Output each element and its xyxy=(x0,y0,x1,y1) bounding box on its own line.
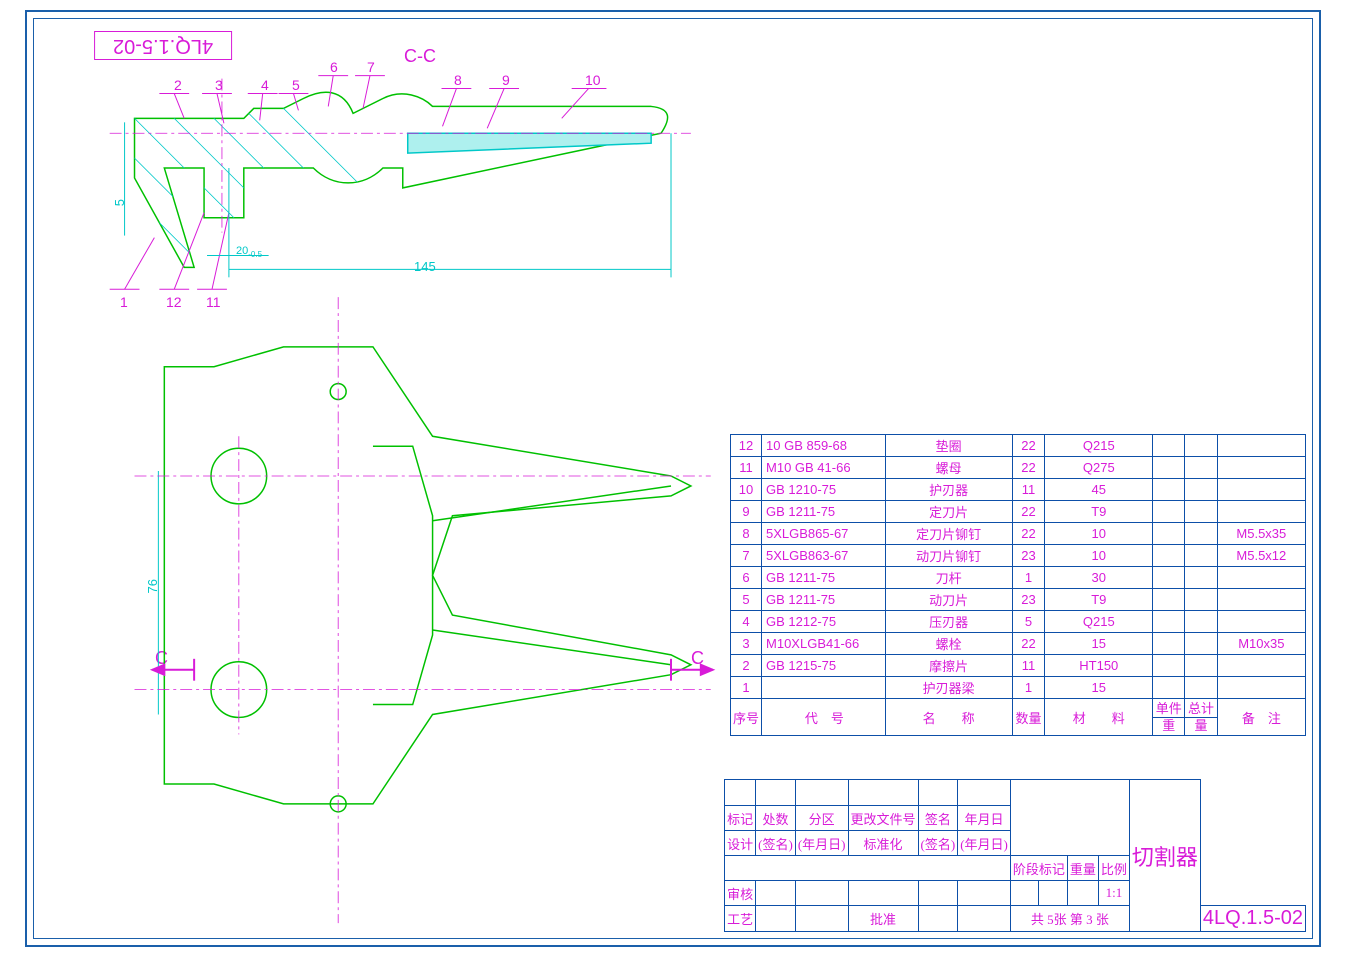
table-row: 10GB 1210-75护刃器1145 xyxy=(731,479,1306,501)
callout-3: 3 xyxy=(215,77,223,93)
lbl-std: 标准化 xyxy=(848,831,918,856)
lbl-sign: 签名 xyxy=(918,806,958,831)
dim-5: 5 xyxy=(112,199,127,206)
lbl-sign2: (签名) xyxy=(756,831,796,856)
drawing-no: 4LQ.1.5-02 xyxy=(1200,906,1305,932)
callout-1: 1 xyxy=(120,294,128,310)
bom-header: 序号代 号名 称数量材 料单件重总计量备 注 xyxy=(731,699,1306,736)
table-row: 85XLGB865-67定刀片铆钉2210M5.5x35 xyxy=(731,523,1306,545)
callout-7: 7 xyxy=(367,59,375,75)
lbl-date: 年月日 xyxy=(958,806,1011,831)
table-row: 2GB 1215-75摩擦片11HT150 xyxy=(731,655,1306,677)
table-row: 5GB 1211-75动刀片23T9 xyxy=(731,589,1306,611)
table-row: 1210 GB 859-68垫圈22Q215 xyxy=(731,435,1306,457)
table-row: 75XLGB863-67动刀片铆钉2310M5.5x12 xyxy=(731,545,1306,567)
lbl-change: 更改文件号 xyxy=(848,806,918,831)
dim-145: 145 xyxy=(414,259,436,274)
flipped-partno: 4LQ.1.5-02 xyxy=(113,35,213,57)
table-row: 11M10 GB 41-66螺母22Q275 xyxy=(731,457,1306,479)
lbl-zone: 分区 xyxy=(795,806,848,831)
cut-letter-right: C xyxy=(691,648,704,669)
callout-2: 2 xyxy=(174,77,182,93)
dim-20: 20-0.5 xyxy=(236,245,262,259)
lbl-approve: 批准 xyxy=(848,906,918,932)
table-row: 4GB 1212-75压刃器5Q215 xyxy=(731,611,1306,633)
lbl-date2: (年月日) xyxy=(795,831,848,856)
lbl-count: 处数 xyxy=(756,806,796,831)
title-name: 切割器 xyxy=(1132,840,1198,872)
scale-val: 1:1 xyxy=(1098,881,1129,906)
lbl-date3: (年月日) xyxy=(958,831,1011,856)
lbl-design: 设计 xyxy=(725,831,756,856)
lbl-sign3: (签名) xyxy=(918,831,958,856)
callout-4: 4 xyxy=(261,77,269,93)
table-row: 9GB 1211-75定刀片22T9 xyxy=(731,501,1306,523)
table-row: 1护刃器梁115 xyxy=(731,677,1306,699)
bom-table: 1210 GB 859-68垫圈22Q21511M10 GB 41-66螺母22… xyxy=(730,434,1306,736)
lbl-review: 审核 xyxy=(725,881,756,906)
lbl-process: 工艺 xyxy=(725,906,756,932)
table-row: 6GB 1211-75刀杆130 xyxy=(731,567,1306,589)
callout-6: 6 xyxy=(330,59,338,75)
table-row: 3M10XLGB41-66螺栓2215M10x35 xyxy=(731,633,1306,655)
callout-8: 8 xyxy=(454,72,462,88)
cut-letter-left: C xyxy=(155,648,168,669)
dim-76: 76 xyxy=(145,579,160,593)
callout-5: 5 xyxy=(292,77,300,93)
lbl-stage: 阶段标记 xyxy=(1010,856,1067,881)
callout-11: 11 xyxy=(206,294,221,310)
lbl-scale: 比例 xyxy=(1098,856,1129,881)
lbl-mark: 标记 xyxy=(725,806,756,831)
callout-9: 9 xyxy=(502,72,510,88)
section-label: C-C xyxy=(404,46,436,67)
title-block: 切割器 标记 处数 分区 更改文件号 签名 年月日 设计 (签名) (年月日) … xyxy=(724,779,1306,932)
callout-12: 12 xyxy=(166,294,182,310)
lbl-weight: 重量 xyxy=(1067,856,1098,881)
callout-10: 10 xyxy=(585,72,601,88)
sheets: 共 5张 第 3 张 xyxy=(1010,906,1129,932)
flipped-partno-box: 4LQ.1.5-02 xyxy=(94,31,232,60)
